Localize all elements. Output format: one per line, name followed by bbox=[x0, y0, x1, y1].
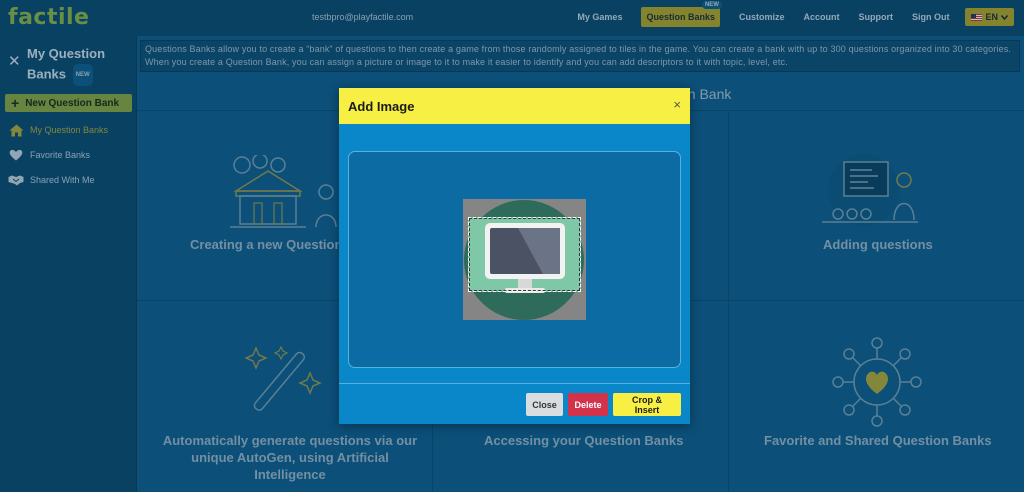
delete-button[interactable]: Delete bbox=[568, 393, 608, 416]
crop-insert-button[interactable]: Crop & Insert bbox=[613, 393, 681, 416]
close-button[interactable]: Close bbox=[526, 393, 563, 416]
close-icon[interactable]: × bbox=[673, 97, 681, 112]
image-crop-area[interactable] bbox=[463, 199, 586, 320]
add-image-modal: Add Image × Close Delete Crop & Insert bbox=[339, 88, 690, 424]
modal-title: Add Image bbox=[348, 98, 415, 114]
crop-selection-box[interactable] bbox=[468, 217, 581, 292]
modal-actions: Close Delete Crop & Insert bbox=[526, 393, 681, 416]
modal-header: Add Image × bbox=[339, 88, 690, 124]
modal-divider bbox=[339, 383, 690, 384]
image-dropzone[interactable] bbox=[348, 151, 681, 368]
